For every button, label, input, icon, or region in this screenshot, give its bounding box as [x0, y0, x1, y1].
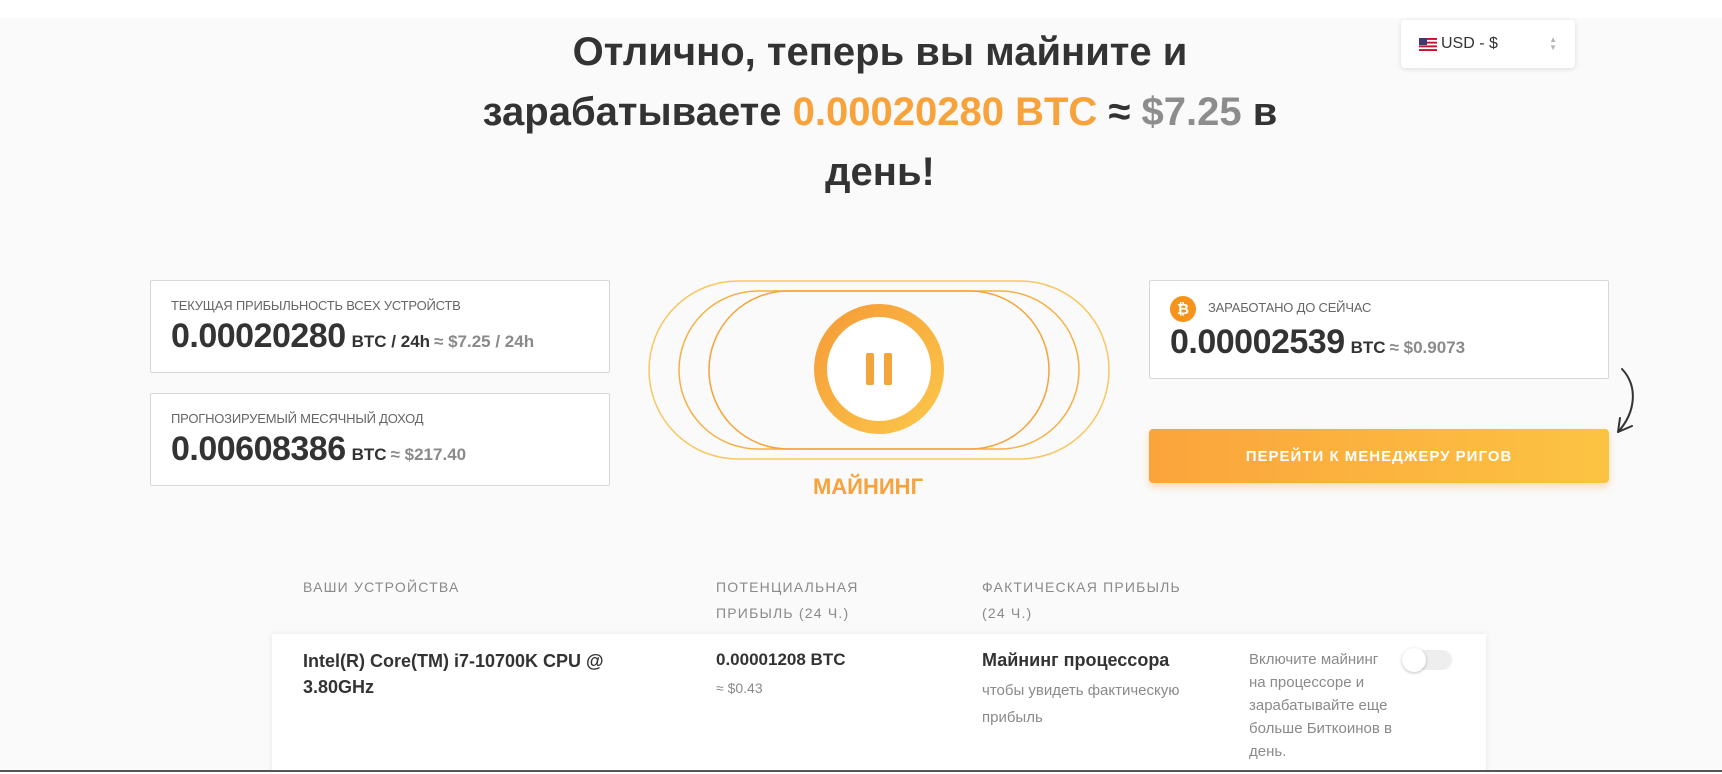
device-actual-note: чтобы увидеть фактическую прибыль [982, 682, 1180, 726]
device-potential-btc: 0.00001208 BTC [716, 650, 846, 669]
select-arrows-icon: ▲ ▼ [1549, 35, 1557, 52]
current-profit-label: ТЕКУЩАЯ ПРИБЫЛЬНОСТЬ ВСЕХ УСТРОЙСТВ [171, 298, 461, 313]
headline-suffix: в [1252, 90, 1278, 134]
headline-usd-amount: $7.25 [1141, 90, 1242, 134]
col-header-actual-line1: ФАКТИЧЕСКАЯ ПРИБЫЛЬ [982, 579, 1181, 595]
monthly-forecast-label: ПРОГНОЗИРУЕМЫЙ МЕСЯЧНЫЙ ДОХОД [171, 411, 424, 426]
svg-text:₿: ₿ [1177, 300, 1189, 318]
monthly-forecast-unit: BTC [351, 445, 387, 464]
earned-value-row: 0.00002539 BTC ≈ $0.9073 [1170, 323, 1465, 362]
current-profit-value: 0.00020280 [171, 317, 346, 355]
toggle-knob [1402, 648, 1426, 672]
curved-arrow-icon [1617, 368, 1634, 433]
current-profit-unit: BTC / 24h [351, 332, 431, 351]
current-profit-usd: ≈ $7.25 / 24h [434, 332, 535, 351]
cpu-mining-toggle[interactable] [1402, 648, 1452, 672]
headline-line3: день! [825, 150, 935, 194]
current-profit-card: ТЕКУЩАЯ ПРИБЫЛЬНОСТЬ ВСЕХ УСТРОЙСТВ 0.00… [150, 280, 610, 373]
earned-usd: ≈ $0.9073 [1389, 338, 1466, 357]
col-header-potential-line1: ПОТЕНЦИАЛЬНАЯ [716, 579, 859, 595]
headline-line2: зарабатываете 0.00020280 BTC ≈ $7.25 в [420, 82, 1340, 142]
earned-unit: BTC [1350, 338, 1386, 357]
col-header-devices: ВАШИ УСТРОЙСТВА [303, 579, 460, 595]
currency-value: USD - $ [1441, 35, 1498, 52]
headline-btc-amount: 0.00020280 [792, 90, 1004, 134]
headline-line1: Отлично, теперь вы майните и [572, 30, 1188, 74]
earned-value: 0.00002539 [1170, 323, 1345, 361]
rig-manager-button[interactable]: ПЕРЕЙТИ К МЕНЕДЖЕРУ РИГОВ [1149, 429, 1609, 483]
headline-approx: ≈ [1108, 90, 1131, 134]
us-flag-icon [1419, 37, 1437, 51]
earned-card: ₿ ЗАРАБОТАНО ДО СЕЙЧАС 0.00002539 BTC ≈ $0… [1149, 280, 1609, 379]
device-potential-usd: ≈ $0.43 [716, 680, 763, 696]
monthly-forecast-value-row: 0.00608386 BTC ≈ $217.40 [171, 430, 466, 469]
earned-label: ЗАРАБОТАНО ДО СЕЙЧАС [1208, 300, 1372, 315]
headline: Отлично, теперь вы майните и зарабатывае… [420, 22, 1340, 202]
headline-prefix: зарабатываете [482, 90, 782, 134]
current-profit-value-row: 0.00020280 BTC / 24h ≈ $7.25 / 24h [171, 317, 534, 356]
col-header-potential: ПОТЕНЦИАЛЬНАЯ ПРИБЫЛЬ (24 Ч.) [716, 574, 859, 626]
col-header-potential-line2: ПРИБЫЛЬ (24 Ч.) [716, 605, 850, 621]
monthly-forecast-card: ПРОГНОЗИРУЕМЫЙ МЕСЯЧНЫЙ ДОХОД 0.00608386… [150, 393, 610, 486]
monthly-forecast-usd: ≈ $217.40 [390, 445, 467, 464]
currency-select[interactable]: USD - $ ▲ ▼ [1401, 20, 1575, 68]
monthly-forecast-value: 0.00608386 [171, 430, 346, 468]
device-mining-hint: Включите майнинг на процессоре и зарабат… [1249, 651, 1392, 760]
device-name: Intel(R) Core(TM) i7-10700K CPU @ 3.80GH… [303, 648, 623, 700]
col-header-actual: ФАКТИЧЕСКАЯ ПРИБЫЛЬ (24 Ч.) [982, 574, 1181, 626]
mining-status-label: МАЙНИНГ [812, 474, 924, 499]
headline-btc-unit: BTC [1015, 90, 1098, 134]
device-name-line1: Intel(R) Core(TM) i7-10700K CPU @ [303, 651, 604, 671]
device-actual-title: Майнинг процессора [982, 650, 1170, 670]
bitcoin-icon: ₿ [1170, 296, 1196, 322]
device-name-line2: 3.80GHz [303, 677, 375, 697]
mining-pause-button[interactable] [814, 304, 944, 434]
col-header-actual-line2: (24 Ч.) [982, 605, 1033, 621]
